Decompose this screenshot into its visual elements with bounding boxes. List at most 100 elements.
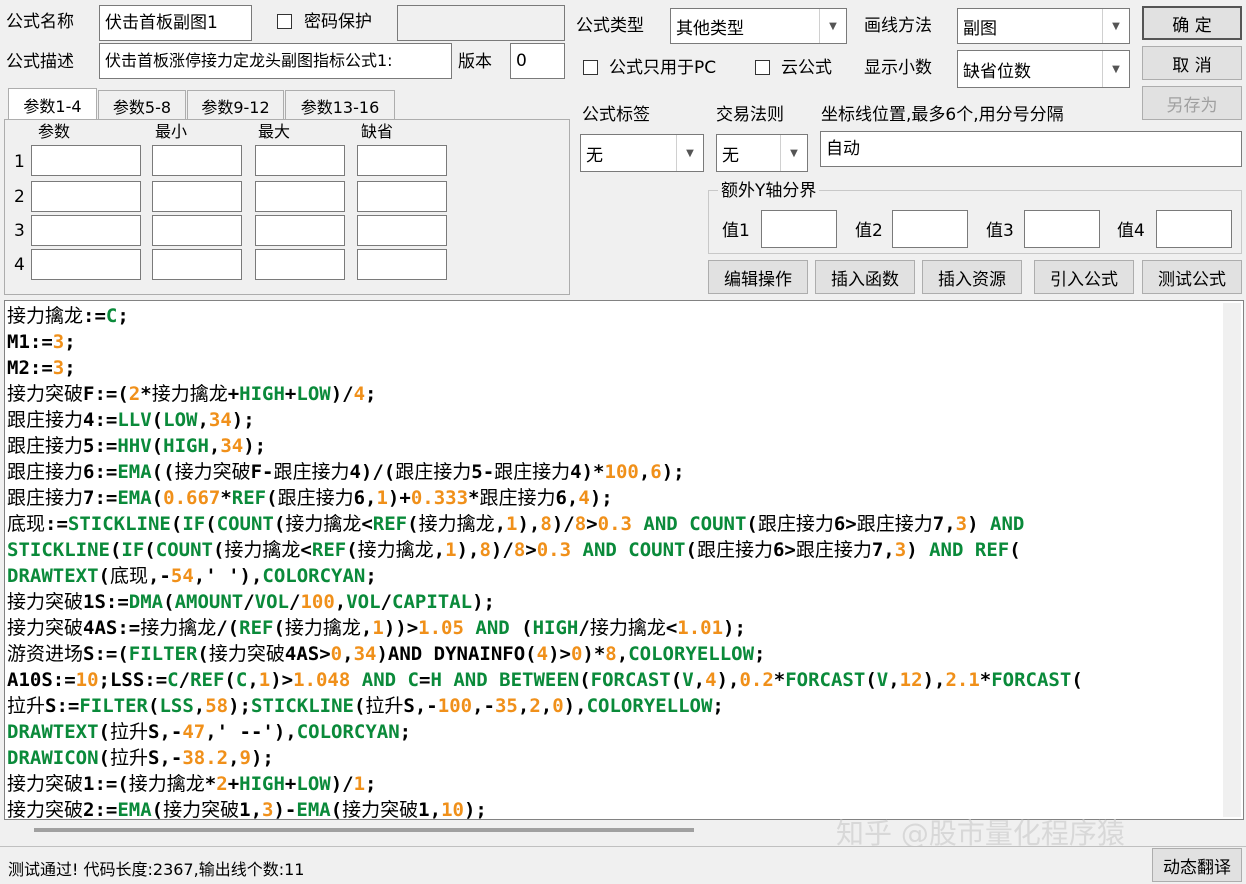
yaxis-value3-label: 值3 <box>986 221 1014 241</box>
code-token: ), <box>517 513 541 535</box>
tab-params-5-8[interactable]: 参数5-8 <box>98 90 186 120</box>
edit-ops-button[interactable]: 编辑操作 <box>708 260 808 294</box>
horizontal-scroll-thumb[interactable] <box>34 828 694 832</box>
draw-method-select[interactable]: 副图 ▼ <box>957 8 1130 44</box>
coord-input[interactable]: 自动 <box>820 131 1242 167</box>
code-token: F- <box>250 461 274 483</box>
code-token: , <box>197 409 209 431</box>
param-3-min-input[interactable] <box>152 215 242 246</box>
param-4-min-input[interactable] <box>152 249 242 280</box>
chevron-down-icon: ▼ <box>1102 51 1129 87</box>
param-4-max-input[interactable] <box>255 249 345 280</box>
tab-params-9-12[interactable]: 参数9-12 <box>187 90 284 120</box>
code-token: REF <box>974 539 1010 561</box>
code-token: )/ <box>551 513 575 535</box>
version-input[interactable]: 0 <box>510 43 565 79</box>
param-2-min-input[interactable] <box>152 181 242 212</box>
code-token: ; <box>365 383 377 405</box>
code-editor[interactable]: 接力擒龙:=C; M1:=3; M2:=3; 接力突破F:=(2*接力擒龙+HIGH+… <box>4 300 1244 820</box>
code-token: < <box>665 617 678 639</box>
code-token: 接力突破 <box>7 591 84 613</box>
param-3-max-input[interactable] <box>255 215 345 246</box>
code-line: 接力突破F:=(2*接力擒龙+HIGH+LOW)/4; <box>7 381 1083 407</box>
param-2-name-input[interactable] <box>31 181 141 212</box>
code-token: EMA <box>117 461 152 483</box>
code-line: A10S:=10;LSS:=C/REF(C,1)>1.048 AND C=H A… <box>7 667 1083 693</box>
pc-only-checkbox[interactable] <box>583 60 598 75</box>
insert-function-button[interactable]: 插入函数 <box>815 260 915 294</box>
param-4-default-input[interactable] <box>357 249 447 280</box>
code-token: AND <box>929 539 964 561</box>
param-3-name-input[interactable] <box>31 215 141 246</box>
vertical-scrollbar[interactable] <box>1223 303 1241 817</box>
formula-name-label: 公式名称 <box>6 12 74 32</box>
tag-select[interactable]: 无 ▼ <box>580 134 704 172</box>
code-token: , <box>228 747 240 769</box>
param-1-name-input[interactable] <box>31 145 141 176</box>
password-label: 密码保护 <box>304 12 372 32</box>
code-token: * <box>204 773 217 795</box>
insert-resource-button[interactable]: 插入资源 <box>922 260 1022 294</box>
code-token: AMOUNT <box>174 591 244 613</box>
code-token: ( <box>273 513 286 535</box>
param-1-min-input[interactable] <box>152 145 242 176</box>
code-token: , <box>342 643 354 665</box>
code-token: ,' --'), <box>205 721 297 743</box>
code-token: 10 <box>441 799 464 820</box>
code-token: C <box>235 669 248 691</box>
code-token: < <box>361 513 373 535</box>
password-input[interactable] <box>397 5 565 41</box>
decimal-select[interactable]: 缺省位数 ▼ <box>957 50 1130 88</box>
param-2-max-input[interactable] <box>255 181 345 212</box>
code-token: + <box>227 383 240 405</box>
code-token: AND <box>643 513 678 535</box>
code-token: )AND DYNAINFO( <box>376 643 537 665</box>
code-token: ;LSS:= <box>98 669 168 691</box>
param-1-max-input[interactable] <box>255 145 345 176</box>
code-token: )/ <box>330 383 354 405</box>
code-token: V <box>682 669 694 691</box>
code-token: ; <box>754 643 766 665</box>
formula-name-input[interactable]: 伏击首板副图1 <box>99 5 252 41</box>
import-formula-button[interactable]: 引入公式 <box>1034 260 1134 294</box>
code-token: EMA <box>117 799 152 820</box>
param-3-default-input[interactable] <box>357 215 447 246</box>
code-token: LSS <box>159 695 194 717</box>
code-token: 7, <box>932 513 956 535</box>
trade-rule-label: 交易法则 <box>716 105 784 125</box>
password-checkbox[interactable] <box>277 14 292 29</box>
yaxis-value1-input[interactable] <box>761 210 837 248</box>
code-token: FORCAST <box>991 669 1072 691</box>
code-token: 4AS> <box>284 643 331 665</box>
cloud-checkbox[interactable] <box>755 60 770 75</box>
code-token: ( <box>670 669 683 691</box>
code-token: 9 <box>239 747 251 769</box>
yaxis-value3-input[interactable] <box>1024 210 1100 248</box>
code-token: LOW <box>296 383 331 405</box>
trade-rule-select[interactable]: 无 ▼ <box>716 134 808 172</box>
save-as-button[interactable]: 另存为 <box>1142 86 1242 120</box>
code-token: , <box>494 513 507 535</box>
param-2-default-input[interactable] <box>357 181 447 212</box>
code-token: , <box>616 643 629 665</box>
tab-params-1-4[interactable]: 参数1-4 <box>8 88 97 120</box>
yaxis-value2-input[interactable] <box>892 210 968 248</box>
cancel-button[interactable]: 取 消 <box>1142 46 1242 80</box>
formula-desc-input[interactable]: 伏击首板涨停接力定龙头副图指标公式1: <box>99 43 452 79</box>
ok-button[interactable]: 确 定 <box>1142 6 1242 40</box>
tab-params-13-16[interactable]: 参数13-16 <box>285 90 395 120</box>
code-token: 跟庄接力 <box>7 461 84 483</box>
yaxis-value4-input[interactable] <box>1156 210 1232 248</box>
test-formula-button[interactable]: 测试公式 <box>1142 260 1242 294</box>
param-4-name-input[interactable] <box>31 249 141 280</box>
dynamic-translate-button[interactable]: 动态翻译 <box>1152 848 1242 882</box>
param-1-default-input[interactable] <box>357 145 447 176</box>
code-token: 接力突破 <box>7 799 84 820</box>
code-token: ); <box>661 461 685 483</box>
code-token: ( <box>346 539 358 561</box>
formula-type-select[interactable]: 其他类型 ▼ <box>670 8 847 44</box>
